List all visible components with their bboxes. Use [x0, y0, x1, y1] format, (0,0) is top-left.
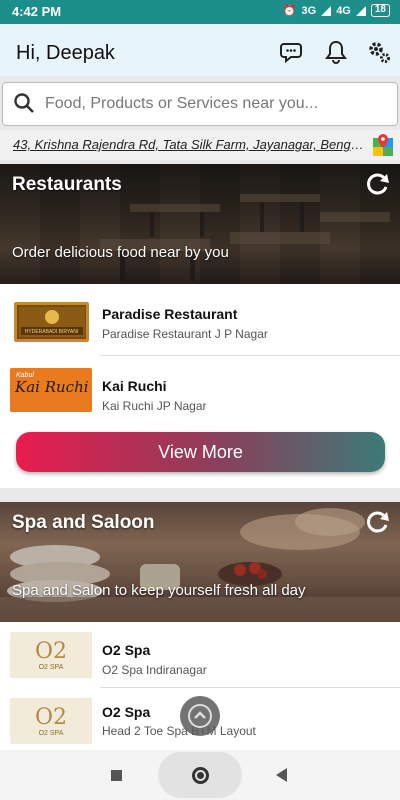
- spa-banner[interactable]: Spa and Saloon Spa and Salon to keep you…: [0, 502, 400, 622]
- network-4g-label: 4G: [336, 4, 351, 17]
- item-name: O2 Spa: [102, 642, 151, 658]
- logo-mark: O2: [34, 704, 68, 730]
- item-description: Head 2 Toe Spa BTM Layout: [102, 724, 256, 738]
- section-subtitle: Spa and Salon to keep yourself fresh all…: [12, 582, 306, 599]
- logo-mark: O2: [34, 638, 68, 664]
- signal-icon-2: [355, 5, 366, 16]
- section-title: Spa and Saloon: [12, 512, 155, 533]
- home-button[interactable]: [158, 752, 242, 798]
- greeting-text: Hi, Deepak: [16, 42, 115, 64]
- alarm-icon: ⏰: [282, 5, 297, 17]
- search-input[interactable]: [45, 91, 385, 117]
- status-time: 4:42 PM: [12, 4, 62, 19]
- spa-logo: O2 O2 SPA: [10, 632, 92, 678]
- refresh-icon[interactable]: [364, 170, 392, 198]
- logo-text: HYDERABADI BIRYANI: [24, 329, 79, 335]
- address-text[interactable]: 43, Krishna Rajendra Rd, Tata Silk Farm,…: [13, 137, 365, 152]
- battery-icon: 18: [370, 4, 390, 17]
- item-name: Paradise Restaurant: [102, 306, 238, 322]
- refresh-icon[interactable]: [364, 508, 392, 536]
- section-title: Restaurants: [12, 174, 122, 195]
- list-item[interactable]: Kabul Kai Ruchi Kai Ruchi Kai Ruchi JP N…: [0, 356, 400, 428]
- map-icon[interactable]: [372, 133, 394, 157]
- section-subtitle: Order delicious food near by you: [12, 244, 229, 261]
- item-name: O2 Spa: [102, 704, 151, 720]
- restaurant-logo: HYDERABADI BIRYANI: [14, 302, 89, 342]
- item-description: O2 Spa Indiranagar: [102, 663, 207, 677]
- logo-text: Kai Ruchi: [15, 378, 89, 396]
- system-nav-bar: [0, 750, 400, 800]
- restaurants-card: Restaurants Order delicious food near by…: [0, 164, 400, 488]
- app-header: Hi, Deepak: [0, 24, 400, 76]
- signal-icon: [321, 5, 332, 16]
- settings-icon[interactable]: [365, 38, 393, 66]
- item-description: Paradise Restaurant J P Nagar: [102, 327, 268, 341]
- search-icon: [13, 92, 35, 119]
- restaurants-banner[interactable]: Restaurants Order delicious food near by…: [0, 164, 400, 284]
- location-bar[interactable]: 43, Krishna Rajendra Rd, Tata Silk Farm,…: [0, 130, 400, 160]
- list-item[interactable]: O2 O2 SPA O2 Spa O2 Spa Indiranagar: [0, 622, 400, 688]
- bell-icon[interactable]: [322, 38, 350, 66]
- logo-text: O2 SPA: [38, 729, 64, 737]
- item-name: Kai Ruchi: [102, 378, 167, 394]
- scroll-to-top-button[interactable]: [180, 696, 220, 736]
- search-bar[interactable]: [2, 82, 398, 126]
- status-bar: 4:42 PM ⏰ 3G 4G 18: [0, 0, 400, 24]
- home-icon: [191, 766, 209, 784]
- chat-icon[interactable]: [279, 38, 307, 66]
- logo-text: O2 SPA: [38, 663, 64, 671]
- restaurant-logo: Kabul Kai Ruchi: [10, 368, 92, 412]
- back-icon[interactable]: [276, 768, 287, 782]
- recents-icon[interactable]: [111, 770, 122, 781]
- spa-logo: O2 O2 SPA: [10, 698, 92, 744]
- item-description: Kai Ruchi JP Nagar: [102, 399, 207, 413]
- network-3g-label: 3G: [301, 4, 317, 17]
- status-icons: ⏰ 3G 4G 18: [283, 4, 390, 17]
- list-item[interactable]: HYDERABADI BIRYANI Paradise Restaurant P…: [0, 284, 400, 356]
- chevron-up-icon: [188, 704, 212, 728]
- view-more-button[interactable]: View More: [16, 432, 385, 472]
